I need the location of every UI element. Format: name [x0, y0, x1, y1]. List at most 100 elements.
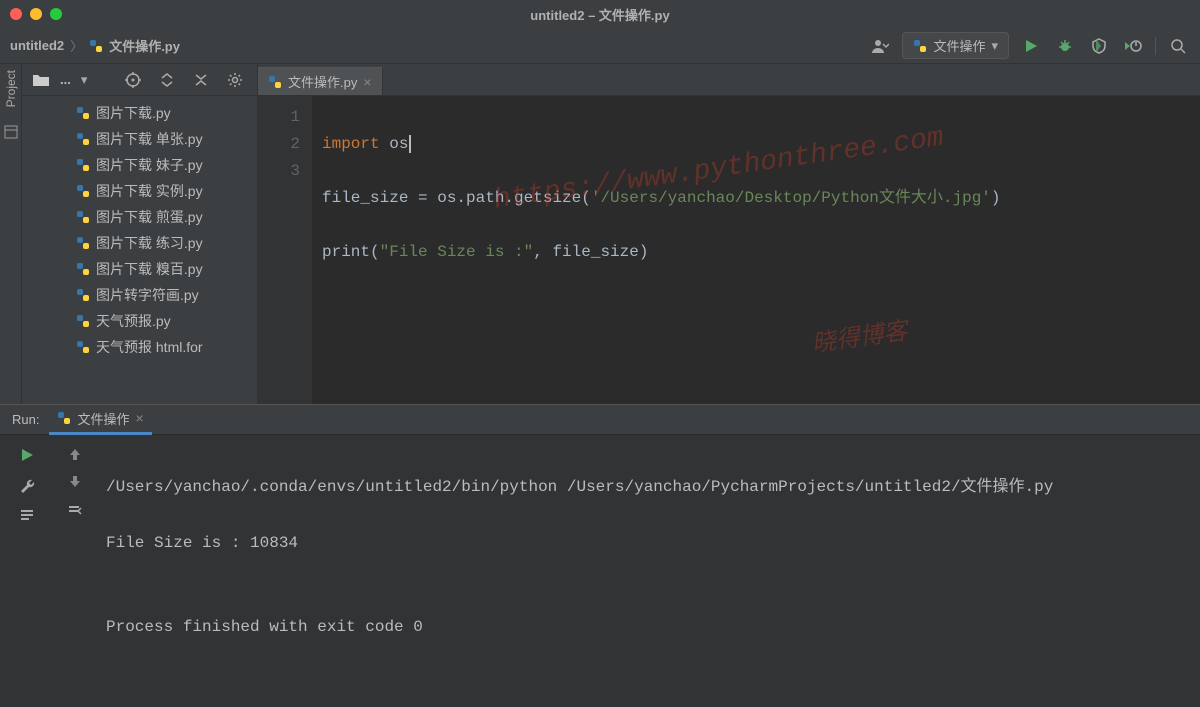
code-token: print(	[322, 243, 380, 261]
line-number: 3	[258, 158, 300, 185]
tree-file-item[interactable]: 图片下载.py	[22, 100, 257, 126]
tree-file-label: 天气预报 html.for	[96, 337, 203, 357]
tree-file-item[interactable]: 图片下载 妹子.py	[22, 152, 257, 178]
run-panel-label: Run:	[12, 412, 39, 427]
close-tab-icon[interactable]: ×	[135, 410, 143, 426]
window-controls	[10, 8, 62, 20]
tree-file-item[interactable]: 天气预报.py	[22, 308, 257, 334]
project-selector[interactable]: ...	[60, 72, 71, 87]
editor-tab-label: 文件操作.py	[288, 72, 357, 91]
editor-tabs: 文件操作.py ×	[258, 64, 1200, 96]
code-editor[interactable]: 1 2 3 import os file_size = os.path.gets…	[258, 96, 1200, 404]
code-token: import	[322, 135, 380, 153]
code-token: os	[380, 135, 409, 153]
tree-file-label: 图片下载 煎蛋.py	[96, 207, 203, 227]
python-file-icon	[268, 75, 282, 89]
code-token: file_size = os.path.getsize(	[322, 189, 591, 207]
minimize-window-icon[interactable]	[30, 8, 42, 20]
python-file-icon	[76, 184, 90, 198]
console-output[interactable]: /Users/yanchao/.conda/envs/untitled2/bin…	[96, 435, 1200, 707]
tree-file-item[interactable]: 图片下载 单张.py	[22, 126, 257, 152]
user-icon[interactable]	[868, 35, 892, 57]
structure-tool-icon[interactable]	[4, 125, 18, 139]
tree-file-label: 图片下载 糗百.py	[96, 259, 203, 279]
tree-file-label: 图片下载 妹子.py	[96, 155, 203, 175]
line-number: 2	[258, 131, 300, 158]
tree-file-item[interactable]: 图片下载 煎蛋.py	[22, 204, 257, 230]
tree-file-item[interactable]: 图片下载 练习.py	[22, 230, 257, 256]
console-line: File Size is : 10834	[106, 529, 1190, 557]
close-window-icon[interactable]	[10, 8, 22, 20]
code-token: , file_size)	[533, 243, 648, 261]
tree-file-item[interactable]: 图片转字符画.py	[22, 282, 257, 308]
export-icon[interactable]	[63, 499, 87, 521]
code-token: '/Users/yanchao/Desktop/Python文件大小.jpg'	[591, 189, 991, 207]
locate-icon[interactable]	[121, 69, 145, 91]
editor-tab[interactable]: 文件操作.py ×	[258, 67, 383, 95]
python-file-icon	[76, 236, 90, 250]
tree-file-item[interactable]: 图片下载 糗百.py	[22, 256, 257, 282]
python-file-icon	[76, 340, 90, 354]
python-file-icon	[57, 411, 71, 425]
tree-file-label: 图片转字符画.py	[96, 285, 199, 305]
tree-file-label: 图片下载 练习.py	[96, 233, 203, 253]
close-tab-icon[interactable]: ×	[363, 74, 371, 90]
breadcrumb-project[interactable]: untitled2	[10, 38, 64, 53]
code-token: )	[991, 189, 1001, 207]
settings-icon[interactable]	[223, 69, 247, 91]
up-arrow-icon[interactable]	[63, 443, 87, 465]
run-button[interactable]	[1019, 35, 1043, 57]
project-toolbar: ... ▾	[22, 64, 257, 96]
run-panel: Run: 文件操作 × /Users/yanchao/.conda/envs/u…	[0, 404, 1200, 707]
coverage-button[interactable]	[1087, 35, 1111, 57]
profile-button[interactable]	[1121, 35, 1145, 57]
python-file-icon	[76, 106, 90, 120]
python-file-icon	[76, 158, 90, 172]
gutter: 1 2 3	[258, 96, 312, 404]
project-tool-tab[interactable]: Project	[4, 70, 18, 107]
code-content[interactable]: import os file_size = os.path.getsize('/…	[312, 96, 1200, 404]
tree-file-label: 图片下载 实例.py	[96, 181, 203, 201]
python-file-icon	[89, 39, 103, 53]
debug-button[interactable]	[1053, 35, 1077, 57]
titlebar: untitled2 – 文件操作.py	[0, 0, 1200, 28]
maximize-window-icon[interactable]	[50, 8, 62, 20]
toggle-soft-wrap-icon[interactable]	[13, 503, 41, 527]
line-number: 1	[258, 104, 300, 131]
down-arrow-icon[interactable]	[63, 471, 87, 493]
run-side-toolbar	[0, 435, 54, 707]
project-tree[interactable]: 图片下载.py 图片下载 单张.py 图片下载 妹子.py 图片下载 实例.py…	[22, 96, 257, 404]
run-config-label: 文件操作	[933, 36, 985, 55]
expand-all-icon[interactable]	[155, 69, 179, 91]
folder-icon[interactable]	[32, 73, 50, 87]
project-panel: ... ▾ 图片下载.py 图片下载 单张.py 图片下载 妹子.py 图片下载…	[22, 64, 258, 404]
rerun-button[interactable]	[13, 443, 41, 467]
python-file-icon	[76, 288, 90, 302]
sidebar-tabs: Project	[0, 64, 22, 404]
console-line: Process finished with exit code 0	[106, 613, 1190, 641]
run-tab[interactable]: 文件操作 ×	[49, 405, 151, 435]
chevron-down-icon: ▾	[991, 38, 998, 54]
run-header: Run: 文件操作 ×	[0, 405, 1200, 435]
python-file-icon	[76, 210, 90, 224]
run-side-toolbar-2	[54, 435, 96, 707]
run-config-selector[interactable]: 文件操作 ▾	[902, 32, 1009, 59]
tree-file-item[interactable]: 图片下载 实例.py	[22, 178, 257, 204]
tree-file-item[interactable]: 天气预报 html.for	[22, 334, 257, 360]
run-tab-label: 文件操作	[77, 409, 129, 428]
tree-file-label: 天气预报.py	[96, 311, 171, 331]
python-file-icon	[76, 314, 90, 328]
window-title: untitled2 – 文件操作.py	[530, 5, 669, 24]
tree-file-label: 图片下载.py	[96, 103, 171, 123]
python-file-icon	[76, 262, 90, 276]
search-icon[interactable]	[1166, 35, 1190, 57]
python-file-icon	[76, 132, 90, 146]
wrench-icon[interactable]	[13, 473, 41, 497]
python-file-icon	[913, 39, 927, 53]
collapse-all-icon[interactable]	[189, 69, 213, 91]
console-line: /Users/yanchao/.conda/envs/untitled2/bin…	[106, 473, 1190, 501]
watermark: 晓得博客	[811, 319, 910, 359]
chevron-right-icon: 〉	[70, 36, 83, 55]
breadcrumb-file[interactable]: 文件操作.py	[109, 36, 180, 55]
editor-area: 文件操作.py × 1 2 3 import os file_size = os…	[258, 64, 1200, 404]
